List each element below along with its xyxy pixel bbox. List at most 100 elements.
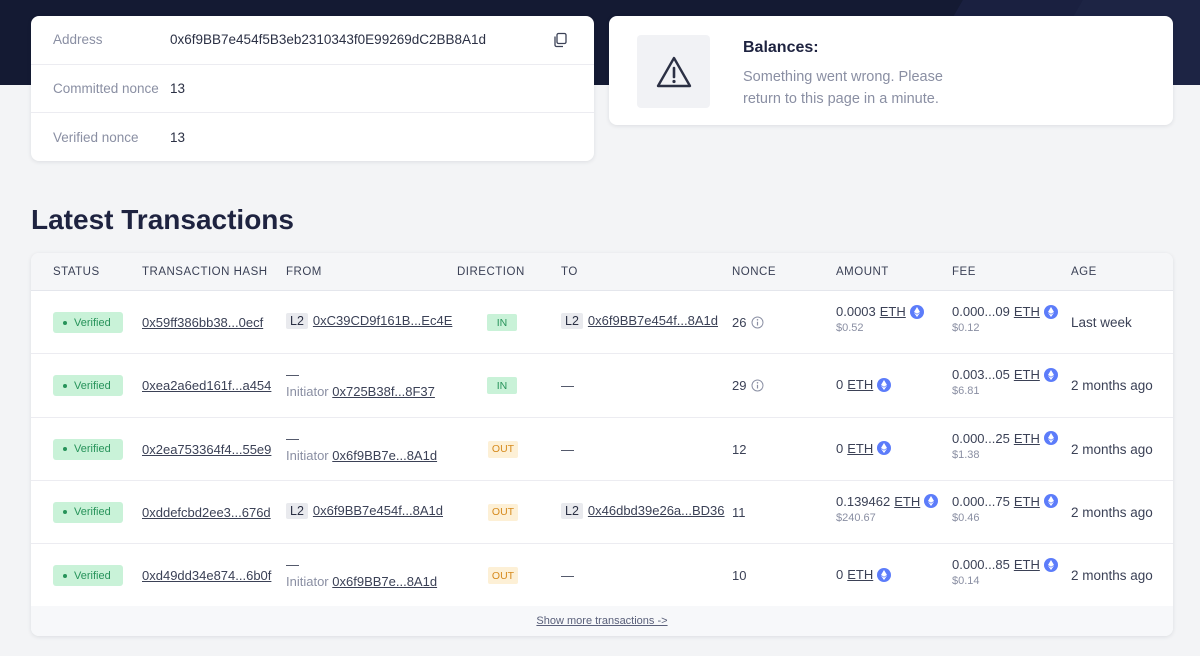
status-dot [63,573,67,578]
eth-token-link[interactable]: ETH [1014,494,1040,509]
initiator-label: Initiator [286,447,329,463]
eth-token-link[interactable]: ETH [1014,304,1040,319]
nonce-cell: 10 [732,568,746,583]
amount-cell: 0.0003 ETH $0.52 [836,304,924,334]
amount-value: 0 [836,440,844,456]
eth-token-icon [877,377,892,392]
committed-nonce-label: Committed nonce [53,80,159,96]
eth-token-link[interactable]: ETH [1014,367,1040,382]
nonce-cell: 29 [732,378,764,393]
fee-cell: 0.000...85 ETH $0.14 [952,557,1058,587]
tx-hash-link[interactable]: 0x2ea753364f4...55e9 [142,442,271,457]
initiator-label: Initiator [286,574,329,590]
eth-token-link[interactable]: ETH [1014,557,1040,572]
eth-token-link[interactable]: ETH [880,304,906,319]
age-cell: Last week [1071,315,1132,330]
table-header: STATUS TRANSACTION HASH FROM DIRECTION T… [31,253,1173,291]
header-hash: TRANSACTION HASH [142,266,268,278]
to-cell: L2 0x6f9BB7e454f...8A1d [561,313,718,329]
info-icon[interactable] [751,316,764,329]
header-direction: DIRECTION [457,266,525,278]
copy-icon[interactable] [552,32,568,48]
from-cell: L2 0x6f9BB7e454f...8A1d [286,502,443,519]
l2-badge: L2 [286,502,308,519]
status-badge: Verified [53,312,123,333]
eth-token-icon [877,441,892,456]
from-dash: — [286,557,299,573]
age-cell: 2 months ago [1071,441,1153,457]
eth-token-link[interactable]: ETH [847,441,873,456]
fee-usd: $1.38 [952,448,980,461]
eth-token-link[interactable]: ETH [1014,431,1040,446]
eth-token-icon [1043,494,1058,509]
age-cell: 2 months ago [1071,504,1153,520]
direction-badge: IN [487,377,517,395]
fee-cell: 0.000...75 ETH $0.46 [952,494,1058,524]
fee-usd: $0.14 [952,575,980,588]
from-cell: — Initiator 0x725B38f...8F37 [286,367,435,399]
from-address-link[interactable]: 0x6f9BB7e454f...8A1d [313,503,443,518]
nonce-cell: 12 [732,442,746,457]
address-value: 0x6f9BB7e454f5B3eb2310343f0E99269dC2BB8A… [170,32,487,48]
direction-badge: IN [487,314,517,331]
show-more-link[interactable]: Show more transactions -> [536,615,667,627]
tx-hash-link[interactable]: 0xea2a6ed161f...a454 [142,378,271,393]
header-from: FROM [286,266,322,278]
from-cell: L2 0xC39CD9f161B...Ec4E [286,313,452,329]
verified-nonce-row: Verified nonce 13 [31,113,594,162]
from-dash: — [286,367,299,383]
age-cell: 2 months ago [1071,568,1153,584]
verified-nonce-label: Verified nonce [53,129,139,145]
l2-badge: L2 [286,313,308,329]
amount-value: 0 [836,567,844,583]
header-age: AGE [1071,266,1097,278]
amount-cell: 0.139462 ETH $240.67 [836,494,939,524]
eth-token-link[interactable]: ETH [847,377,873,392]
to-dash: — [561,378,574,394]
amount-cell: 0 ETH [836,440,892,456]
balances-title: Balances: [743,39,819,56]
header-fee: FEE [952,266,976,278]
eth-token-link[interactable]: ETH [894,494,920,509]
status-text: Verified [74,569,111,582]
eth-token-link[interactable]: ETH [847,567,873,582]
nonce-value: 26 [732,315,747,330]
fee-value: 0.000...85 [952,557,1010,573]
warning-triangle-icon [656,56,691,87]
info-icon[interactable] [751,379,764,392]
eth-token-icon [1043,431,1058,446]
status-text: Verified [74,443,111,456]
fee-usd: $6.81 [952,385,980,398]
to-cell: L2 0x46dbd39e26a...BD36 [561,502,725,519]
nonce-cell: 26 [732,315,764,330]
fee-value: 0.000...25 [952,430,1010,446]
header-to: TO [561,266,578,278]
status-badge: Verified [53,375,123,397]
nonce-cell: 11 [732,505,746,520]
nonce-value: 11 [732,504,746,520]
eth-token-icon [1043,557,1058,572]
status-dot [63,320,67,325]
tx-hash-link[interactable]: 0x59ff386bb38...0ecf [142,315,263,330]
from-address-link[interactable]: 0xC39CD9f161B...Ec4E [313,313,452,328]
table-row: Verified 0x2ea753364f4...55e9 — Initiato… [31,418,1173,481]
account-info-card: Address 0x6f9BB7e454f5B3eb2310343f0E9926… [31,16,594,161]
balances-error-message: Something went wrong. Please return to t… [743,69,943,107]
tx-hash-link[interactable]: 0xd49dd34e874...6b0f [142,568,271,583]
initiator-address-link[interactable]: 0x725B38f...8F37 [332,384,435,399]
verified-nonce-value: 13 [170,129,186,145]
status-text: Verified [74,379,111,392]
to-cell: — [561,442,574,457]
initiator-address-link[interactable]: 0x6f9BB7e...8A1d [332,574,437,589]
direction-badge: OUT [488,440,518,458]
to-address-link[interactable]: 0x46dbd39e26a...BD36 [588,503,725,518]
amount-value: 0 [836,377,844,393]
to-address-link[interactable]: 0x6f9BB7e454f...8A1d [588,313,718,328]
amount-usd: $0.52 [836,322,864,334]
committed-nonce-value: 13 [170,80,186,96]
tx-hash-link[interactable]: 0xddefcbd2ee3...676d [142,505,271,520]
header-nonce: NONCE [732,266,777,278]
address-row: Address 0x6f9BB7e454f5B3eb2310343f0E9926… [31,16,594,65]
initiator-address-link[interactable]: 0x6f9BB7e...8A1d [332,448,437,463]
from-cell: — Initiator 0x6f9BB7e...8A1d [286,557,437,589]
